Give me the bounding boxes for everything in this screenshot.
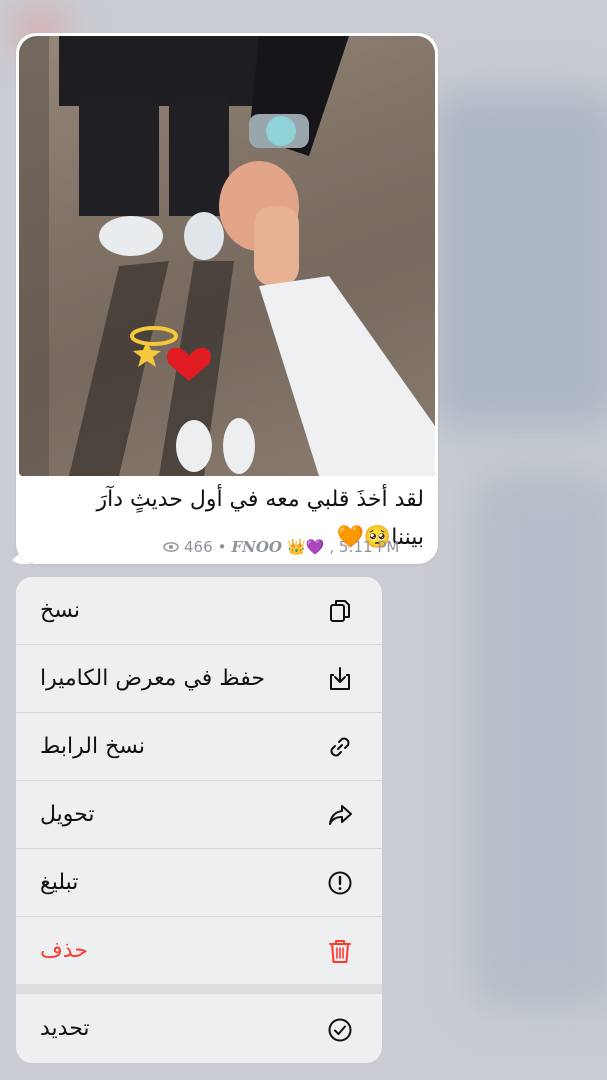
save-to-gallery-icon xyxy=(330,667,350,690)
trash-icon xyxy=(329,940,351,963)
context-menu: نسخ حفظ في معرض الكاميرا نسخ الرابط تحوي… xyxy=(16,577,382,1063)
message-time: , 5:11 PM xyxy=(329,538,400,556)
forward-icon xyxy=(329,805,352,825)
signature-emoji: 👑💜 xyxy=(287,538,325,556)
message-bubble[interactable]: لقد أخذَ قلبي معه في أول حديثٍ دآرَ بينن… xyxy=(16,33,438,564)
menu-item-label: تبليغ xyxy=(40,870,79,895)
menu-item-copy-link[interactable]: نسخ الرابط xyxy=(16,713,382,781)
menu-item-save-to-gallery[interactable]: حفظ في معرض الكاميرا xyxy=(16,645,382,713)
meta-dot: • xyxy=(217,538,227,556)
copy-icon xyxy=(330,600,350,622)
menu-item-delete[interactable]: حذف xyxy=(16,917,382,984)
menu-item-label: نسخ xyxy=(40,598,80,623)
menu-item-select[interactable]: تحديد xyxy=(16,994,382,1063)
report-icon xyxy=(328,871,352,895)
link-icon xyxy=(330,737,350,757)
menu-item-label: حفظ في معرض الكاميرا xyxy=(40,666,265,691)
message-meta: 466 • FNOO 👑💜 , 5:11 PM xyxy=(163,538,399,556)
menu-item-label: تحديد xyxy=(40,1016,90,1041)
views-count: 466 xyxy=(184,538,213,556)
views-eye-icon xyxy=(163,542,179,552)
menu-separator xyxy=(16,984,382,994)
message-caption-line1: لقد أخذَ قلبي معه في أول حديثٍ دآرَ xyxy=(96,487,424,512)
menu-item-report[interactable]: تبليغ xyxy=(16,849,382,917)
menu-item-label: تحويل xyxy=(40,802,95,827)
menu-item-forward[interactable]: تحويل xyxy=(16,781,382,849)
select-check-icon xyxy=(328,1018,352,1042)
menu-item-copy[interactable]: نسخ xyxy=(16,577,382,645)
menu-item-label: نسخ الرابط xyxy=(40,734,146,759)
author-signature: FNOO xyxy=(231,538,283,556)
message-photo[interactable] xyxy=(19,36,435,476)
menu-item-label: حذف xyxy=(40,938,88,963)
